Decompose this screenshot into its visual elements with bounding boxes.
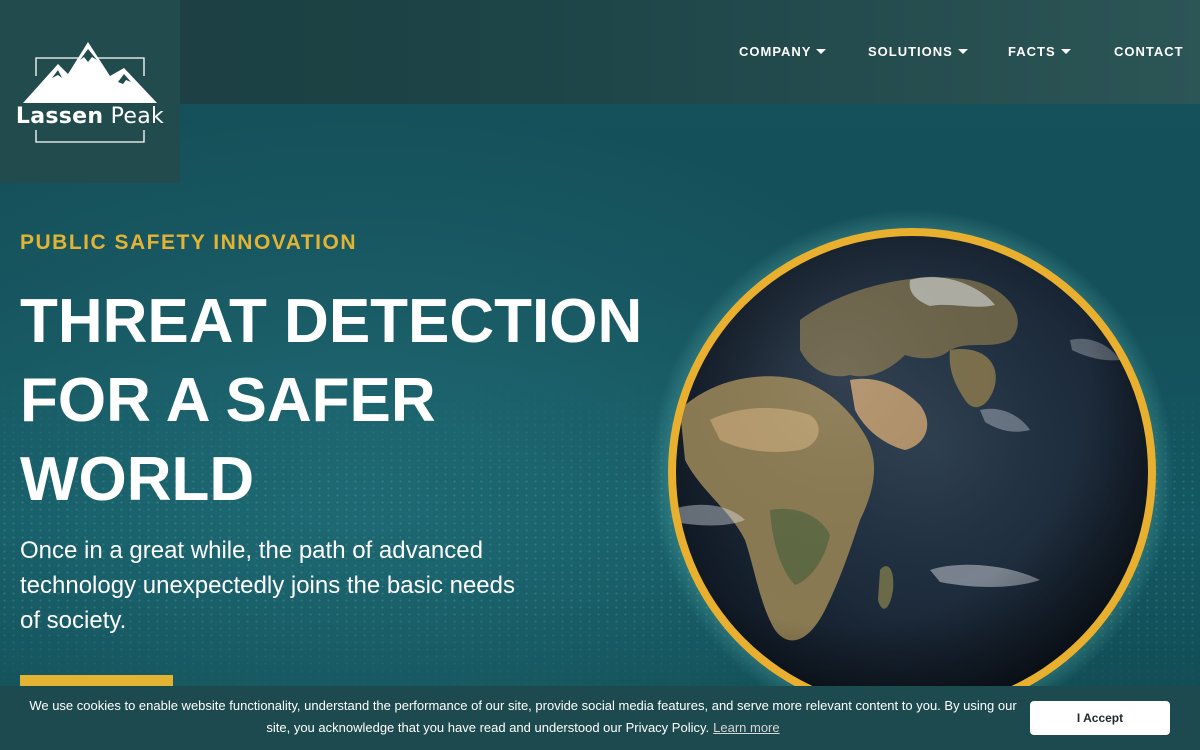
hero-subtext: Once in a great while, the path of advan… (20, 537, 515, 634)
earth-globe-icon (650, 210, 1174, 734)
nav-facts-label: FACTS (1008, 44, 1056, 59)
chevron-down-icon (1060, 49, 1071, 54)
cookie-banner: We use cookies to enable website functio… (0, 686, 1200, 750)
nav-company-label: COMPANY (739, 44, 812, 59)
brand-wordmark: Lassen Peak (0, 104, 180, 129)
headline-line: WORLD (20, 445, 255, 514)
nav-solutions[interactable]: SOLUTIONS (868, 44, 968, 59)
hero-eyebrow: PUBLIC SAFETY INNOVATION (20, 231, 358, 254)
hero-headline: THREAT DETECTION FOR A SAFER WORLD (20, 282, 643, 519)
headline-line: THREAT DETECTION (20, 287, 643, 356)
nav-company[interactable]: COMPANY (739, 44, 827, 59)
brand-name-light: Peak (110, 104, 165, 129)
cookie-message-text: We use cookies to enable website functio… (29, 698, 1017, 735)
headline-line: FOR A SAFER (20, 366, 436, 435)
accept-cookies-button[interactable]: I Accept (1030, 701, 1170, 735)
nav-contact[interactable]: CONTACT (1114, 44, 1184, 59)
mountain-logo-icon (23, 42, 157, 143)
cookie-message: We use cookies to enable website functio… (20, 695, 1026, 739)
site-logo[interactable]: Lassen Peak (0, 0, 180, 183)
chevron-down-icon (816, 49, 827, 54)
nav-solutions-label: SOLUTIONS (868, 44, 953, 59)
nav-facts[interactable]: FACTS (1008, 44, 1071, 59)
chevron-down-icon (957, 49, 968, 54)
learn-more-link[interactable]: Learn more (713, 720, 779, 735)
brand-name-bold: Lassen (15, 104, 104, 129)
nav-contact-label: CONTACT (1114, 44, 1184, 59)
